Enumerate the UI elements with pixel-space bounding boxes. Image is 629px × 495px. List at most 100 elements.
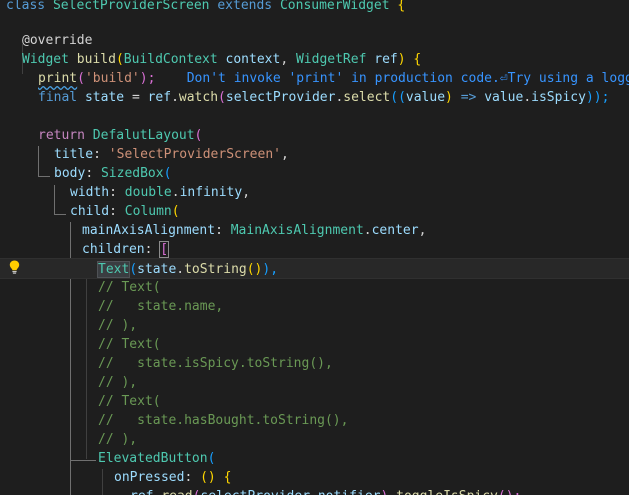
code-line[interactable]: mainAxisAlignment: MainAxisAlignment.cen… bbox=[0, 221, 629, 240]
class-name: Text bbox=[96, 261, 131, 278]
comma: , bbox=[418, 223, 427, 238]
print-call[interactable]: print bbox=[38, 71, 77, 86]
code-line[interactable]: print('build'); Don't invoke 'print' in … bbox=[0, 69, 629, 88]
dot: . bbox=[176, 262, 185, 277]
code-line[interactable]: body: SizedBox( bbox=[0, 164, 629, 183]
colon: : bbox=[184, 470, 193, 485]
comment: // Text( bbox=[98, 280, 161, 295]
paren: ( bbox=[194, 128, 203, 143]
named-argument: title bbox=[54, 147, 94, 162]
dot: . bbox=[388, 489, 396, 495]
variable: state bbox=[137, 262, 177, 277]
brace: { bbox=[413, 52, 422, 67]
lightbulb-icon[interactable] bbox=[9, 260, 20, 274]
comment: // ), bbox=[98, 375, 138, 390]
colon: : bbox=[215, 223, 223, 238]
named-argument: child bbox=[70, 204, 110, 219]
string-literal: 'build' bbox=[84, 71, 140, 86]
class-name: ElevatedButton bbox=[98, 451, 208, 466]
keyword: final bbox=[38, 90, 78, 105]
operator: => bbox=[460, 90, 477, 105]
type-name: BuildContext bbox=[123, 52, 218, 67]
class-name: Column bbox=[124, 204, 172, 219]
property: center bbox=[371, 223, 419, 238]
comment: // ), bbox=[98, 432, 138, 447]
method-name: select bbox=[343, 90, 391, 105]
parameter: context bbox=[225, 52, 281, 67]
paren: ), bbox=[262, 262, 279, 277]
bracket: [ bbox=[159, 241, 170, 258]
class-name: SizedBox bbox=[100, 166, 164, 181]
code-line[interactable]: title: 'SelectProviderScreen', bbox=[0, 145, 629, 164]
annotation: @override bbox=[22, 33, 93, 48]
method-name: read bbox=[161, 489, 192, 495]
code-line[interactable]: final state = ref.watch(selectProvider.s… bbox=[0, 88, 629, 107]
variable: ref bbox=[130, 489, 153, 495]
code-line[interactable]: class SelectProviderScreen extends Consu… bbox=[0, 0, 629, 15]
code-line[interactable]: children: [ bbox=[0, 240, 629, 259]
code-line[interactable]: onPressed: () { bbox=[0, 468, 629, 487]
code-line[interactable]: // ), bbox=[0, 373, 629, 392]
paren: () bbox=[200, 470, 216, 485]
method-name: build bbox=[76, 52, 116, 67]
dot: . bbox=[171, 185, 180, 200]
paren: ( bbox=[207, 451, 216, 466]
code-line[interactable]: // ), bbox=[0, 316, 629, 335]
code-line[interactable]: // Text( bbox=[0, 335, 629, 354]
comma: , bbox=[242, 185, 251, 200]
paren: (( bbox=[390, 90, 406, 105]
string-literal: 'SelectProviderScreen' bbox=[108, 147, 281, 162]
code-line[interactable]: // Text( bbox=[0, 392, 629, 411]
code-line[interactable]: return DefalutLayout( bbox=[0, 126, 629, 145]
paren: ( bbox=[218, 90, 226, 105]
variable: state bbox=[84, 90, 125, 105]
colon: : bbox=[85, 166, 94, 181]
class-name: MainAxisAlignment bbox=[230, 223, 364, 238]
method-name: toggleIsSpicy bbox=[396, 489, 498, 495]
type-name: double bbox=[124, 185, 172, 200]
variable: selectProvider bbox=[225, 90, 336, 105]
type-name: Widget bbox=[22, 52, 69, 67]
code-line[interactable]: child: Column( bbox=[0, 202, 629, 221]
code-line[interactable]: Widget build(BuildContext context, Widge… bbox=[0, 50, 629, 69]
property: infinity bbox=[179, 185, 243, 200]
paren: ( bbox=[77, 71, 85, 86]
colon: : bbox=[93, 147, 101, 162]
paren: ( bbox=[171, 204, 180, 219]
method-name: toString bbox=[184, 262, 247, 277]
dot: . bbox=[171, 90, 179, 105]
paren: ( bbox=[115, 52, 124, 67]
code-line[interactable]: // state.isSpicy.toString(), bbox=[0, 354, 629, 373]
parameter: value bbox=[405, 90, 446, 105]
dot: . bbox=[363, 223, 372, 238]
named-argument: mainAxisAlignment bbox=[82, 223, 216, 238]
code-line[interactable]: ref.read(selectProvider.notifier).toggle… bbox=[0, 487, 629, 495]
variable: value bbox=[484, 90, 524, 105]
code-line[interactable]: ElevatedButton( bbox=[0, 449, 629, 468]
code-line-active[interactable]: Text(state.toString()), bbox=[0, 258, 629, 279]
code-line[interactable]: // ), bbox=[0, 430, 629, 449]
keyword: return bbox=[38, 128, 85, 143]
property: notifier bbox=[318, 489, 381, 495]
keyword: class bbox=[6, 0, 46, 13]
named-argument: body bbox=[54, 166, 86, 181]
class-name: SelectProviderScreen bbox=[52, 0, 210, 13]
comment: // Text( bbox=[98, 337, 161, 352]
colon: : bbox=[109, 185, 117, 200]
code-line[interactable]: width: double.infinity, bbox=[0, 183, 629, 202]
code-editor[interactable]: class SelectProviderScreen extends Consu… bbox=[0, 0, 629, 495]
code-line[interactable]: // state.hasBought.toString(), bbox=[0, 411, 629, 430]
class-name: DefalutLayout bbox=[92, 128, 195, 143]
method-name: watch bbox=[178, 90, 219, 105]
paren: )); bbox=[585, 90, 610, 105]
comment: // state.name, bbox=[98, 299, 224, 314]
class-name: ConsumerWidget bbox=[279, 0, 390, 13]
named-argument: children bbox=[82, 242, 145, 257]
code-line[interactable]: // state.name, bbox=[0, 297, 629, 316]
code-line[interactable]: @override bbox=[0, 31, 629, 50]
code-line[interactable]: // Text( bbox=[0, 278, 629, 297]
comma: , bbox=[280, 147, 289, 162]
lint-hint[interactable]: Don't invoke 'print' in production code.… bbox=[187, 71, 629, 86]
comment: // state.hasBought.toString(), bbox=[98, 413, 349, 428]
parameter: ref bbox=[374, 52, 398, 67]
